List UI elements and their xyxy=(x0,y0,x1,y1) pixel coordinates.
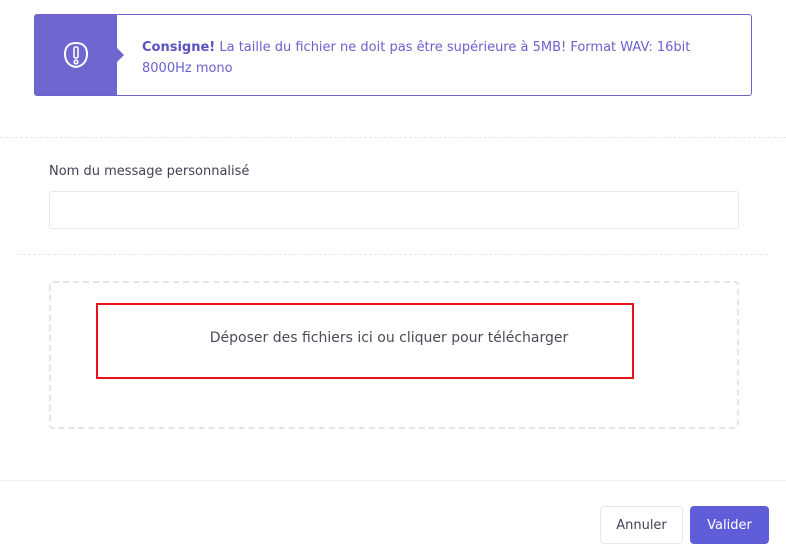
cancel-button[interactable]: Annuler xyxy=(600,506,683,544)
section-divider xyxy=(0,137,786,138)
alert-text: Consigne! La taille du fichier ne doit p… xyxy=(117,15,751,95)
dropzone-message[interactable]: Déposer des fichiers ici ou cliquer pour… xyxy=(96,330,682,346)
submit-button[interactable]: Valider xyxy=(690,506,769,544)
name-input[interactable] xyxy=(49,191,739,229)
name-field-label: Nom du message personnalisé xyxy=(49,164,250,179)
alert-title: Consigne! xyxy=(142,40,216,55)
instruction-alert: Consigne! La taille du fichier ne doit p… xyxy=(34,14,752,96)
alert-icon-box xyxy=(35,15,124,95)
section-divider xyxy=(18,254,768,255)
exclamation-icon xyxy=(63,41,89,69)
alert-message: La taille du fichier ne doit pas être su… xyxy=(142,40,691,76)
footer-divider xyxy=(0,480,786,481)
upload-modal-body: Consigne! La taille du fichier ne doit p… xyxy=(0,0,786,557)
